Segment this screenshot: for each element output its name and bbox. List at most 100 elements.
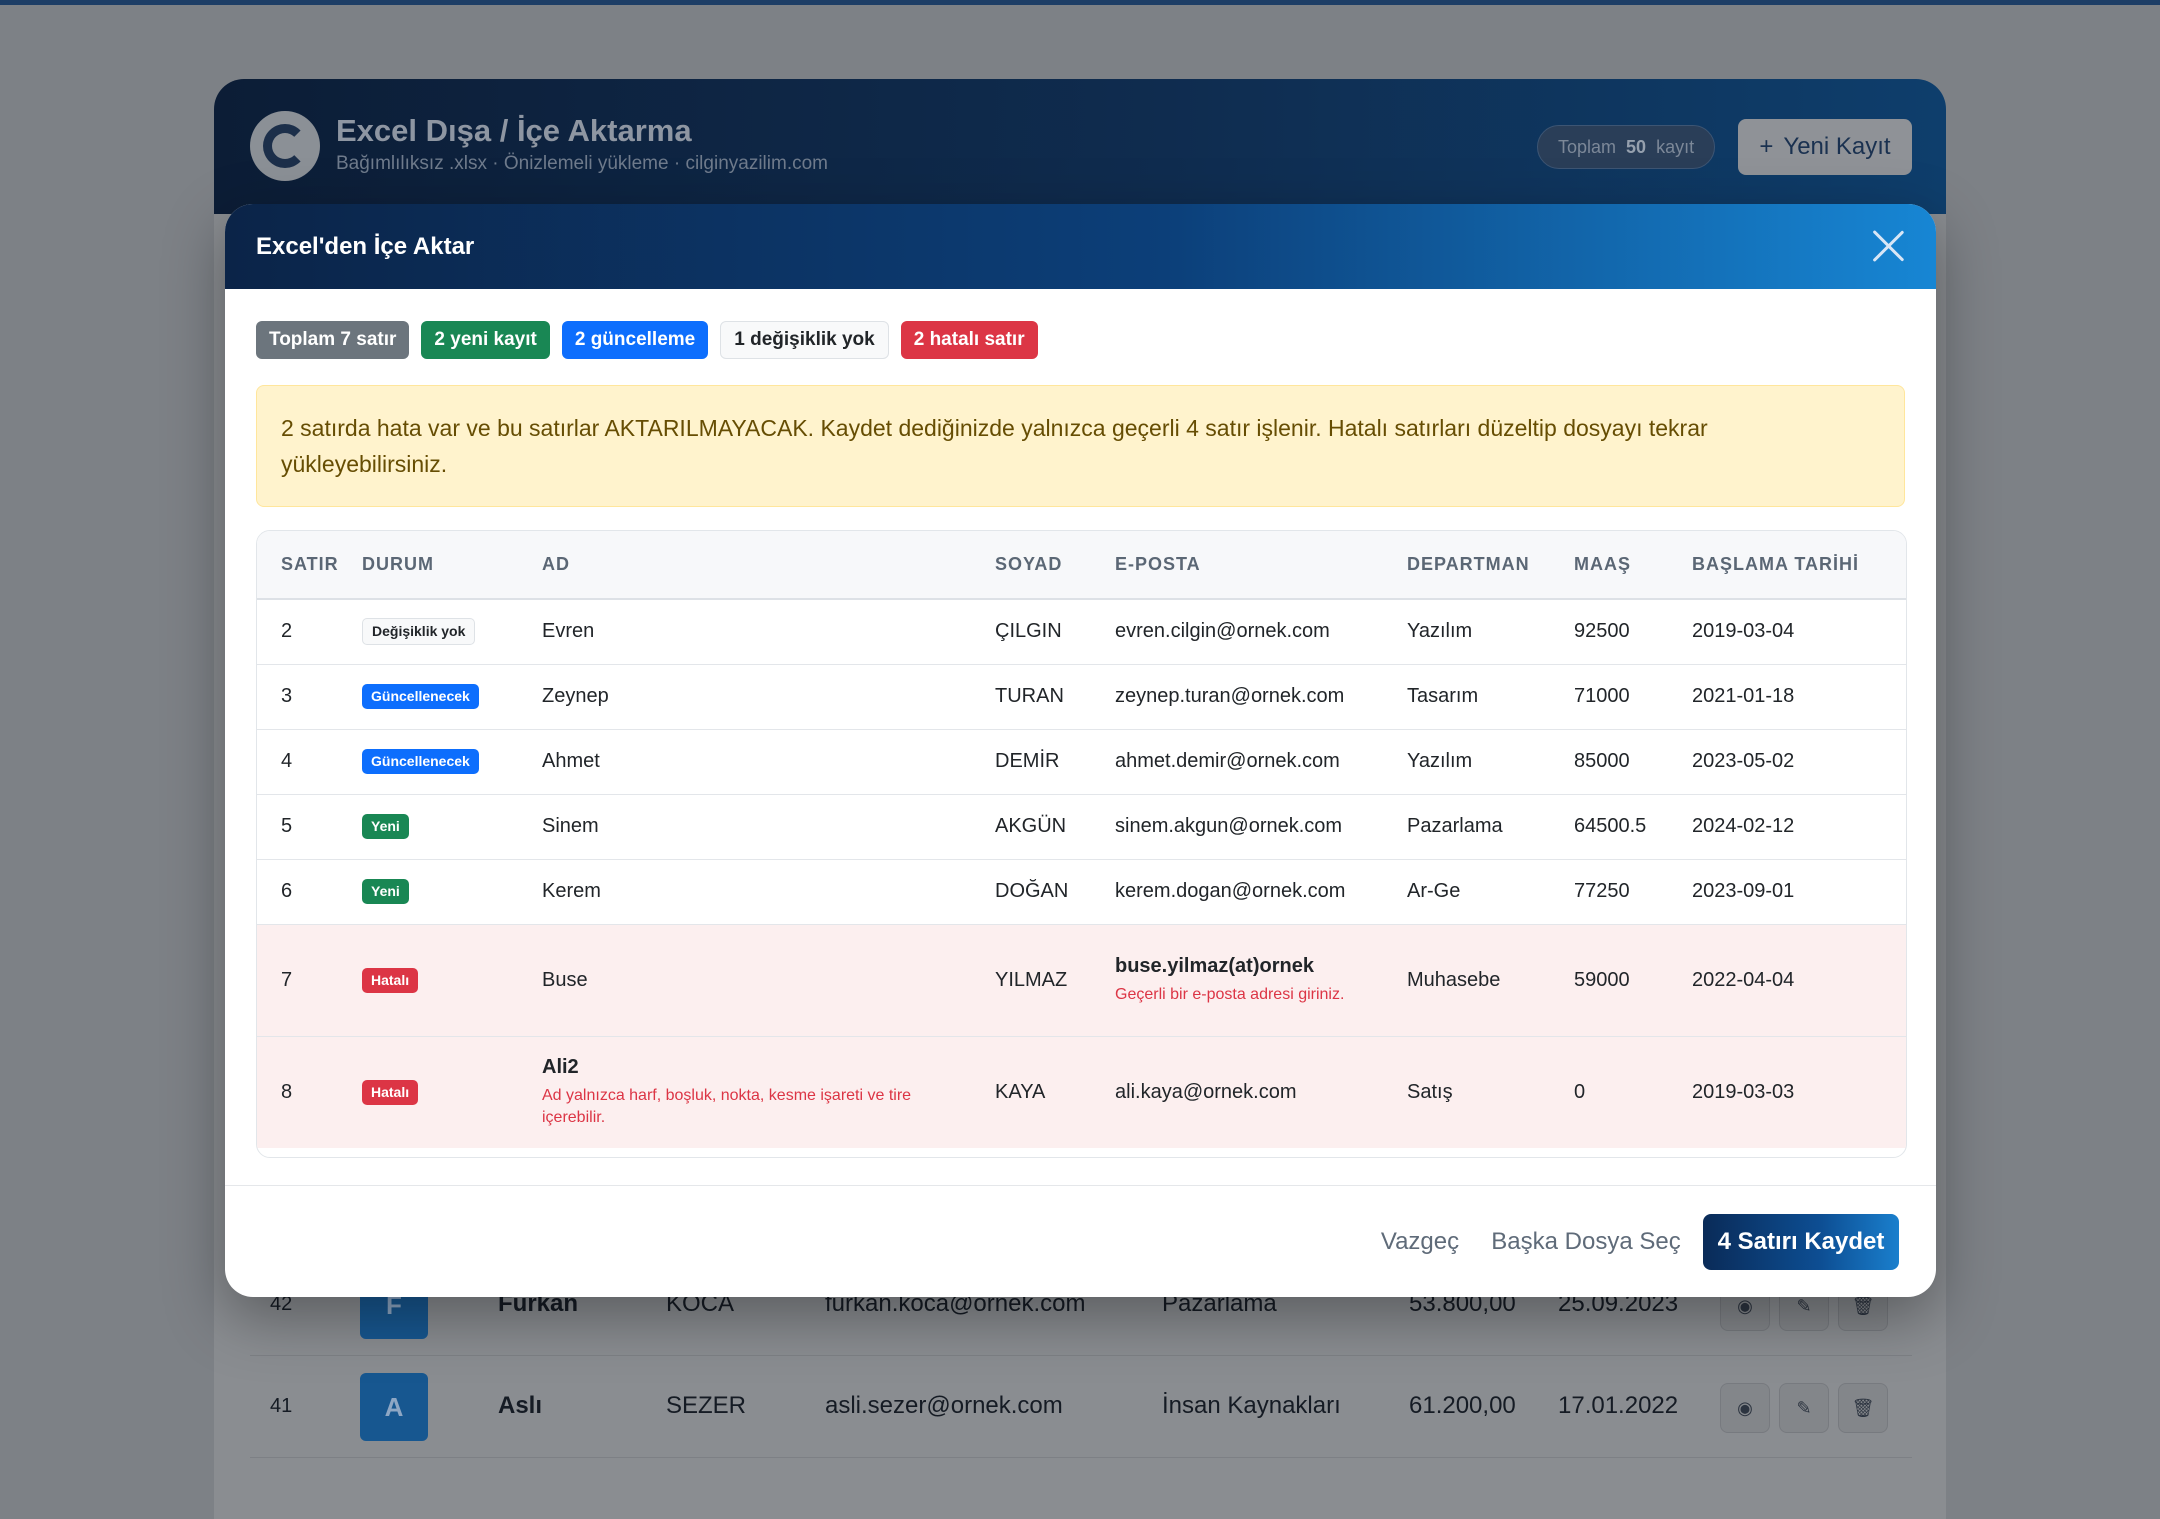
cell-name: Kerem (518, 859, 971, 925)
status-badge: Yeni (362, 879, 409, 904)
cell-department: Muhasebe (1383, 924, 1550, 1037)
error-rows-badge: 2 hatalı satır (900, 321, 1038, 359)
cell-row: 2 (257, 599, 338, 665)
cell-name: Ali2 Ad yalnızca harf, boşluk, nokta, ke… (518, 1036, 971, 1148)
email-error-message: Geçerli bir e-posta adresi giriniz. (1115, 985, 1345, 1003)
cell-surname: TURAN (971, 664, 1091, 730)
cell-start-date: 2023-09-01 (1668, 859, 1906, 925)
status-badge: Yeni (362, 814, 409, 839)
col-header-status: DURUM (338, 531, 518, 600)
row-surname: SEZER (666, 1392, 747, 1419)
cell-salary: 0 (1574, 1080, 1586, 1103)
cell-department: Pazarlama (1383, 794, 1550, 860)
no-change-badge: 1 değişiklik yok (720, 321, 889, 359)
table-row-error: 8 Hatalı Ali2 Ad yalnızca harf, boşluk, … (257, 1036, 1906, 1148)
cell-name: Evren (518, 599, 971, 665)
app-header: Excel Dışa / İçe Aktarma Bağımlılıksız .… (214, 79, 1946, 214)
cell-salary: 77250 (1550, 859, 1668, 925)
cell-email: evren.cilgin@ornek.com (1091, 599, 1383, 665)
table-row: 4 Güncellenecek Ahmet DEMİR ahmet.demir@… (257, 729, 1906, 795)
cell-name: Buse (518, 924, 971, 1037)
app-subtitle: Bağımlılıksız .xlsx · Önizlemeli yükleme… (336, 153, 828, 174)
cell-row: 6 (257, 859, 338, 925)
plus-icon: + (1759, 133, 1774, 160)
cell-surname: AKGÜN (971, 794, 1091, 860)
import-modal: Excel'den İçe Aktar Toplam 7 satır 2 yen… (225, 204, 1936, 1297)
col-header-row: SATIR (257, 531, 338, 600)
modal-title: Excel'den İçe Aktar (256, 233, 475, 260)
modal-header: Excel'den İçe Aktar (225, 204, 1936, 289)
cell-status: Yeni (338, 859, 518, 925)
col-header-department: DEPARTMAN (1383, 531, 1550, 600)
cell-salary: 64500.5 (1550, 794, 1668, 860)
cell-surname: YILMAZ (971, 924, 1091, 1037)
cell-row: 7 (257, 924, 338, 1037)
record-count-prefix: Toplam (1558, 136, 1617, 157)
new-record-button[interactable]: + Yeni Kayıt (1738, 119, 1912, 175)
cell-row: 5 (257, 794, 338, 860)
cell-email: sinem.akgun@ornek.com (1091, 794, 1383, 860)
cell-email: ali.kaya@ornek.com (1115, 1080, 1297, 1103)
cell-email: ahmet.demir@ornek.com (1091, 729, 1383, 795)
cell-salary: 92500 (1550, 599, 1668, 665)
record-count-value: 50 (1626, 136, 1647, 157)
cell-department: Tasarım (1383, 664, 1550, 730)
status-badge: Hatalı (362, 1079, 419, 1105)
record-count-badge: Toplam 50 kayıt (1537, 125, 1716, 169)
cell-name: Ahmet (518, 729, 971, 795)
save-rows-button[interactable]: 4 Satırı Kaydet (1703, 1214, 1899, 1270)
cell-row: 8 (281, 1080, 293, 1103)
cell-email: kerem.dogan@ornek.com (1091, 859, 1383, 925)
brand-logo-icon (250, 111, 320, 181)
cell-start-date: 2022-04-04 (1668, 924, 1906, 1037)
col-header-start-date: BAŞLAMA TARİHİ (1668, 531, 1906, 600)
cell-status: Yeni (338, 794, 518, 860)
table-row-error: 7 Hatalı Buse YILMAZ buse.yilmaz(at)orne… (257, 924, 1906, 1037)
row-name: Aslı (498, 1392, 543, 1419)
edit-pencil-icon[interactable]: ✎ (1779, 1383, 1829, 1433)
cancel-button[interactable]: Vazgeç (1360, 1214, 1480, 1270)
cell-department: Yazılım (1383, 729, 1550, 795)
cell-salary: 59000 (1550, 924, 1668, 1037)
updates-badge: 2 güncelleme (561, 321, 709, 359)
cell-status: Hatalı (338, 1036, 518, 1148)
col-header-email: E-POSTA (1091, 531, 1383, 600)
cell-department: Yazılım (1383, 599, 1550, 665)
row-number: 41 (270, 1395, 293, 1417)
app-title: Excel Dışa / İçe Aktarma (336, 113, 692, 148)
col-header-salary: MAAŞ (1550, 531, 1668, 600)
close-icon[interactable] (1870, 228, 1906, 264)
top-accent-line (0, 0, 2160, 5)
table-header-row: SATIR DURUM AD SOYAD E-POSTA DEPARTMAN M… (257, 531, 1906, 600)
status-badge: Hatalı (362, 967, 419, 993)
table-row: 2 Değişiklik yok Evren ÇILGIN evren.cilg… (257, 599, 1906, 665)
cell-start-date: 2023-05-02 (1668, 729, 1906, 795)
table-row[interactable]: 41 A Aslı SEZER asli.sezer@ornek.com İns… (250, 1355, 1912, 1458)
choose-other-file-button[interactable]: Başka Dosya Seç (1486, 1214, 1686, 1270)
cell-name: Sinem (518, 794, 971, 860)
cell-name: Zeynep (518, 664, 971, 730)
preview-table: SATIR DURUM AD SOYAD E-POSTA DEPARTMAN M… (256, 530, 1907, 1158)
cell-start-date: 2019-03-03 (1692, 1080, 1795, 1103)
col-header-surname: SOYAD (971, 531, 1091, 600)
cell-start-date: 2024-02-12 (1668, 794, 1906, 860)
cell-row: 3 (257, 664, 338, 730)
cell-salary: 85000 (1550, 729, 1668, 795)
cell-surname: KAYA (995, 1080, 1046, 1103)
cell-department: Satış (1407, 1080, 1453, 1103)
cell-email: buse.yilmaz(at)ornek Geçerli bir e-posta… (1091, 924, 1383, 1037)
cell-row: 4 (257, 729, 338, 795)
invalid-name-value: Ali2 (542, 1055, 579, 1078)
cell-status: Değişiklik yok (338, 599, 518, 665)
view-eye-icon[interactable]: ◉ (1720, 1383, 1770, 1433)
cell-start-date: 2021-01-18 (1668, 664, 1906, 730)
col-header-name: AD (518, 531, 971, 600)
delete-trash-icon[interactable]: 🗑 (1838, 1383, 1888, 1433)
cell-salary: 71000 (1550, 664, 1668, 730)
cell-surname: DEMİR (971, 729, 1091, 795)
cell-surname: DOĞAN (971, 859, 1091, 925)
status-badge: Değişiklik yok (362, 618, 476, 646)
cell-status: Güncellenecek (338, 729, 518, 795)
record-count-suffix: kayıt (1656, 136, 1695, 157)
footer-divider (225, 1185, 1936, 1186)
